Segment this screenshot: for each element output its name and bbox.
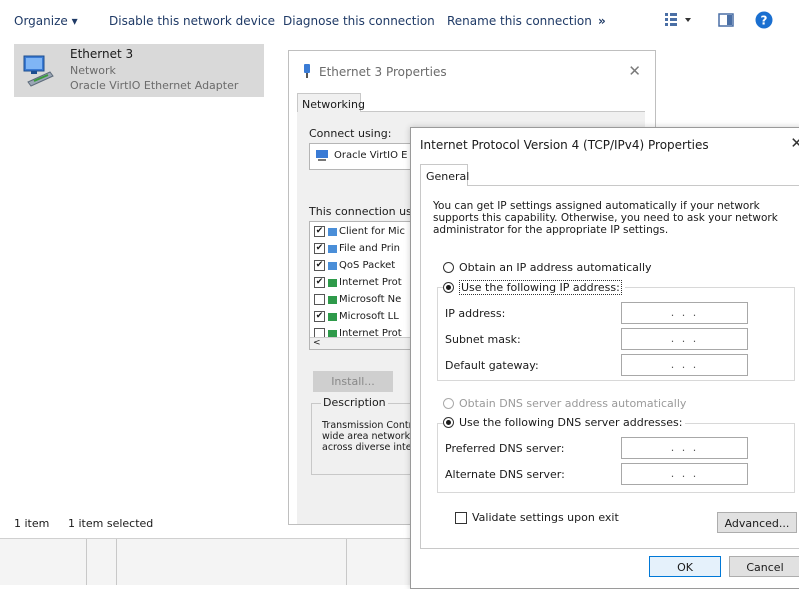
chevron-left-icon[interactable]: < [313,338,321,348]
status-selected-count: 1 item selected [68,517,154,530]
list-item-label: Client for Mic [339,226,405,237]
obtain-dns-auto-option[interactable]: Obtain DNS server address automatically [443,397,686,410]
divider [346,539,347,585]
divider [86,539,87,585]
default-gateway-label: Default gateway: [445,359,539,372]
component-icon [328,261,337,270]
ok-button[interactable]: OK [649,556,721,577]
checkbox[interactable]: ✔ [314,277,325,288]
list-item[interactable]: ✔ Internet Prot [314,277,402,288]
intro-text: You can get IP settings assigned automat… [433,200,778,236]
adapter-name: Ethernet 3 [70,47,134,61]
network-adapter-icon [301,64,313,81]
subnet-mask-input[interactable]: . . . [621,328,748,350]
divider [116,539,117,585]
preferred-dns-label: Preferred DNS server: [445,442,565,455]
install-button[interactable]: Install... [313,371,393,392]
description-line: Transmission Contr [322,420,413,431]
radio-button[interactable] [443,282,454,293]
network-adapter-icon [316,150,330,165]
components-label: This connection uses [309,205,425,218]
checkbox[interactable] [455,511,467,524]
list-item[interactable]: Microsoft Ne [314,294,401,305]
checkbox[interactable] [314,294,325,305]
alternate-dns-input[interactable]: . . . [621,463,748,485]
adapter-item-ethernet-3[interactable]: Ethernet 3 Network Oracle VirtIO Etherne… [14,44,264,97]
list-item-label: QoS Packet [339,260,396,271]
radio-button[interactable] [443,398,454,409]
description-label: Description [321,396,388,409]
diagnose-button[interactable]: Diagnose this connection [283,14,435,28]
close-icon[interactable]: ✕ [628,62,641,80]
tab-general[interactable]: General [420,164,469,186]
disable-device-button[interactable]: Disable this network device [109,14,275,28]
adapter-device: Oracle VirtIO Ethernet Adapter [70,79,239,92]
radio-button[interactable] [443,262,454,273]
list-item[interactable]: ✔ File and Prin [314,243,400,254]
help-icon[interactable]: ? [755,11,773,32]
list-item[interactable]: ✔ QoS Packet [314,260,395,271]
use-following-ip-option[interactable]: Use the following IP address: [443,280,625,295]
checkbox[interactable]: ✔ [314,226,325,237]
radio-label: Use the following DNS server addresses: [459,416,683,429]
preferred-dns-input[interactable]: . . . [621,437,748,459]
radio-label: Obtain an IP address automatically [459,261,652,274]
obtain-ip-auto-option[interactable]: Obtain an IP address automatically [443,261,652,274]
adapter-display-box: Oracle VirtIO E [309,143,421,170]
general-tab-panel: You can get IP settings assigned automat… [420,185,799,549]
radio-label: Obtain DNS server address automatically [459,397,687,410]
checkbox[interactable]: ✔ [314,243,325,254]
connect-using-label: Connect using: [309,127,392,140]
checkbox[interactable]: ✔ [314,311,325,322]
more-commands-button[interactable]: » [598,14,606,28]
ipv4-properties-dialog: Internet Protocol Version 4 (TCP/IPv4) P… [410,127,799,589]
list-item-label: Internet Prot [339,277,402,288]
alternate-dns-label: Alternate DNS server: [445,468,565,481]
description-box: Transmission Contr wide area network acr… [311,403,423,475]
list-item-label: Microsoft LL [339,311,399,322]
organize-menu[interactable]: Organize ▾ [14,14,78,28]
component-icon [328,244,337,253]
horizontal-scrollbar[interactable]: < [310,337,420,349]
adapter-status: Network [70,64,116,77]
components-list[interactable]: ✔ Client for Mic ✔ File and Prin ✔ QoS Pack… [309,221,421,350]
checkbox[interactable]: ✔ [314,260,325,271]
default-gateway-input[interactable]: . . . [621,354,748,376]
protocol-icon [328,312,337,321]
tab-networking[interactable]: Networking [297,93,365,112]
protocol-icon [328,278,337,287]
subnet-mask-label: Subnet mask: [445,333,521,346]
view-options-icon[interactable] [665,12,693,31]
description-line: across diverse inte [322,442,412,453]
list-item[interactable]: ✔ Client for Mic [314,226,405,237]
protocol-icon [328,295,337,304]
list-item[interactable]: ✔ Microsoft LL [314,311,399,322]
radio-button[interactable] [443,417,454,428]
radio-label: Use the following IP address: [459,280,622,295]
ip-address-label: IP address: [445,307,506,320]
preview-pane-icon[interactable] [718,12,734,31]
description-line: wide area network [322,431,411,442]
rename-button[interactable]: Rename this connection [447,14,592,28]
checkbox-label: Validate settings upon exit [472,511,619,524]
ip-address-input[interactable]: . . . [621,302,748,324]
list-item-label: File and Prin [339,243,400,254]
cancel-button[interactable]: Cancel [729,556,799,577]
validate-settings-option[interactable]: Validate settings upon exit [455,511,619,524]
svg-text:?: ? [761,14,768,28]
close-icon[interactable]: ✕ [790,134,799,152]
use-following-dns-option[interactable]: Use the following DNS server addresses: [443,416,686,429]
adapter-name-truncated: Oracle VirtIO E [334,150,408,161]
component-icon [328,227,337,236]
network-adapter-icon [20,52,56,88]
advanced-button[interactable]: Advanced... [717,512,797,533]
dialog-title: Internet Protocol Version 4 (TCP/IPv4) P… [420,138,709,152]
dialog-title: Ethernet 3 Properties [319,65,447,79]
list-item-label: Microsoft Ne [339,294,402,305]
command-bar: Organize ▾ Disable this network device D… [0,0,799,40]
status-item-count: 1 item [14,517,50,530]
